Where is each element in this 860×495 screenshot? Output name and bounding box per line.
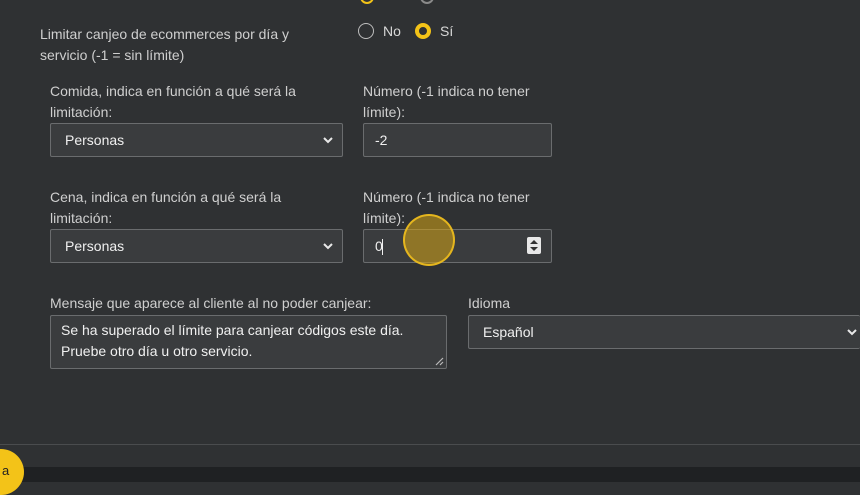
message-textarea[interactable]: Se ha superado el límite para canjear có… bbox=[50, 315, 447, 369]
radio-si-label: Sí bbox=[440, 23, 454, 39]
text-caret bbox=[382, 239, 383, 255]
food-limitation-label: Comida, indica en función a qué será la … bbox=[50, 83, 296, 120]
dinner-limitation-label: Cena, indica en función a qué será la li… bbox=[50, 189, 282, 226]
food-number-value: -2 bbox=[375, 132, 388, 148]
footer-divider bbox=[0, 444, 860, 445]
click-indicator bbox=[403, 214, 455, 266]
limit-redeem-radio-group: No Sí bbox=[358, 22, 468, 42]
food-select-value: Personas bbox=[65, 132, 125, 148]
radio-no-label: No bbox=[383, 23, 401, 39]
chevron-down-icon bbox=[847, 329, 857, 336]
message-line-2: Pruebe otro día u otro servicio. bbox=[61, 343, 253, 359]
radio-no[interactable] bbox=[358, 23, 374, 39]
message-line-1: Se ha superado el límite para canjear có… bbox=[61, 322, 404, 338]
food-number-input[interactable]: -2 bbox=[363, 123, 552, 157]
chevron-down-icon bbox=[323, 243, 333, 250]
limit-redeem-label: Limitar canjeo de ecommerces por día y s… bbox=[40, 26, 289, 63]
radio-si[interactable] bbox=[415, 23, 431, 39]
food-limitation-select[interactable]: Personas bbox=[50, 123, 343, 157]
floating-action-button[interactable]: a bbox=[0, 449, 24, 495]
language-select-value: Español bbox=[483, 324, 534, 340]
previous-radio-selected[interactable] bbox=[360, 0, 374, 4]
number-stepper-icon[interactable] bbox=[527, 237, 541, 254]
fab-label: a bbox=[2, 463, 10, 478]
dinner-limitation-select[interactable]: Personas bbox=[50, 229, 343, 263]
message-label: Mensaje que aparece al cliente al no pod… bbox=[50, 295, 372, 311]
previous-radio-unselected[interactable] bbox=[420, 0, 434, 4]
food-number-label: Número (-1 indica no tener límite): bbox=[363, 83, 530, 120]
dinner-select-value: Personas bbox=[65, 238, 125, 254]
language-label: Idioma bbox=[468, 295, 511, 311]
dinner-number-label: Número (-1 indica no tener límite): bbox=[363, 189, 530, 226]
bottom-bar bbox=[0, 467, 860, 482]
resize-handle-icon[interactable] bbox=[435, 357, 444, 366]
chevron-down-icon bbox=[323, 137, 333, 144]
language-select[interactable]: Español bbox=[468, 315, 860, 349]
dinner-number-input[interactable]: 0 bbox=[363, 229, 552, 263]
